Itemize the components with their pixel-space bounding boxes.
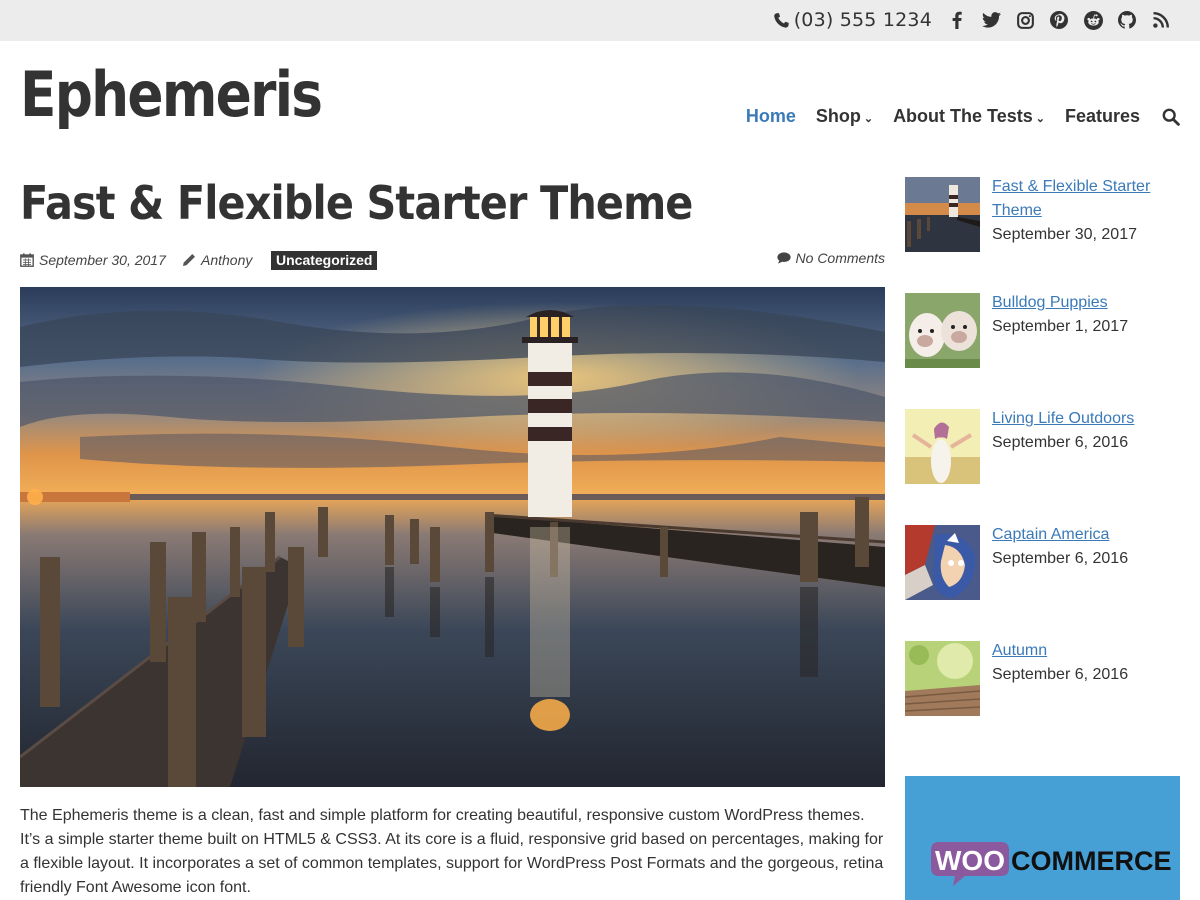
- featured-image[interactable]: [20, 287, 885, 787]
- reddit-icon[interactable]: [1076, 8, 1110, 32]
- recent-post-date: September 6, 2016: [992, 666, 1129, 683]
- comment-icon: [776, 252, 791, 264]
- recent-post-text: Bulldog Puppies September 1, 2017: [992, 291, 1182, 339]
- facebook-icon[interactable]: [940, 8, 974, 32]
- pinterest-icon[interactable]: [1042, 8, 1076, 32]
- phone-number[interactable]: (03) 555 1234: [773, 9, 932, 31]
- recent-post-text: Living Life Outdoors September 6, 2016: [992, 407, 1182, 455]
- post-author[interactable]: Anthony: [182, 252, 252, 268]
- post-author-text: Anthony: [201, 252, 253, 268]
- category-badge[interactable]: Uncategorized: [271, 251, 378, 270]
- recent-post-text: Captain America September 6, 2016: [992, 523, 1182, 571]
- post-title[interactable]: Fast & Flexible Starter Theme: [20, 178, 693, 229]
- instagram-icon[interactable]: [1008, 8, 1042, 32]
- nav-item-label: Features: [1064, 106, 1140, 126]
- recent-post-link[interactable]: Captain America: [992, 526, 1109, 543]
- github-icon[interactable]: [1110, 8, 1144, 32]
- recent-post-item: Autumn September 6, 2016: [905, 639, 1180, 719]
- recent-post-link[interactable]: Bulldog Puppies: [992, 294, 1108, 311]
- post-meta: September 30, 2017 Anthony Uncategorized…: [20, 250, 885, 272]
- chevron-down-icon: ⌄: [863, 112, 874, 125]
- recent-post-thumbnail[interactable]: [905, 525, 980, 600]
- top-bar: (03) 555 1234: [0, 0, 1200, 41]
- nav-item-label: About The Tests: [893, 106, 1033, 126]
- comments-link-text: No Comments: [795, 250, 885, 266]
- nav-item-shop[interactable]: Shop ⌄: [816, 106, 873, 127]
- recent-post-item: Living Life Outdoors September 6, 2016: [905, 407, 1180, 487]
- woo-logo-text: WOO: [935, 845, 1005, 876]
- recent-post-item: Bulldog Puppies September 1, 2017: [905, 291, 1180, 371]
- comments-link[interactable]: No Comments: [776, 250, 885, 266]
- recent-post-thumbnail[interactable]: [905, 409, 980, 484]
- nav-item-home[interactable]: Home: [746, 106, 796, 127]
- recent-post-date: September 30, 2017: [992, 226, 1137, 243]
- nav-item-about-the-tests[interactable]: About The Tests ⌄: [893, 106, 1045, 127]
- recent-post-thumbnail[interactable]: [905, 177, 980, 252]
- post-date-text: September 30, 2017: [39, 252, 166, 268]
- rss-icon[interactable]: [1144, 8, 1178, 32]
- commerce-logo-text: COMMERCE: [1011, 846, 1172, 876]
- pencil-icon: [183, 254, 195, 266]
- post-excerpt: The Ephemeris theme is a clean, fast and…: [20, 807, 884, 896]
- recent-post-date: September 6, 2016: [992, 550, 1129, 567]
- woocommerce-ad[interactable]: WOO COMMERCE: [905, 776, 1180, 900]
- recent-post-thumbnail[interactable]: [905, 293, 980, 368]
- recent-post-link[interactable]: Fast & Flexible Starter Theme: [992, 178, 1150, 219]
- chevron-down-icon: ⌄: [1035, 112, 1045, 125]
- recent-post-text: Autumn September 6, 2016: [992, 639, 1182, 687]
- site-title[interactable]: Ephemeris: [20, 64, 323, 126]
- twitter-icon[interactable]: [974, 8, 1008, 32]
- search-icon[interactable]: [1162, 108, 1180, 126]
- nav-item-label: Home: [745, 106, 796, 126]
- recent-post-text: Fast & Flexible Starter Theme September …: [992, 175, 1182, 247]
- post-date[interactable]: September 30, 2017: [20, 252, 166, 268]
- recent-post-link[interactable]: Living Life Outdoors: [992, 410, 1134, 427]
- phone-number-text: (03) 555 1234: [793, 9, 932, 31]
- main-nav: Home Shop ⌄ About The Tests ⌄ Features: [746, 106, 1180, 127]
- recent-post-date: September 1, 2017: [992, 318, 1129, 335]
- calendar-icon: [20, 253, 34, 267]
- recent-post-date: September 6, 2016: [992, 434, 1129, 451]
- recent-post-thumbnail[interactable]: [905, 641, 980, 716]
- phone-icon: [773, 12, 789, 28]
- recent-post-link[interactable]: Autumn: [992, 642, 1047, 659]
- nav-item-features[interactable]: Features: [1065, 106, 1140, 127]
- recent-post-item: Fast & Flexible Starter Theme September …: [905, 175, 1180, 255]
- nav-item-label: Shop: [815, 106, 861, 126]
- top-bar-contents: (03) 555 1234: [773, 8, 1178, 32]
- recent-post-item: Captain America September 6, 2016: [905, 523, 1180, 603]
